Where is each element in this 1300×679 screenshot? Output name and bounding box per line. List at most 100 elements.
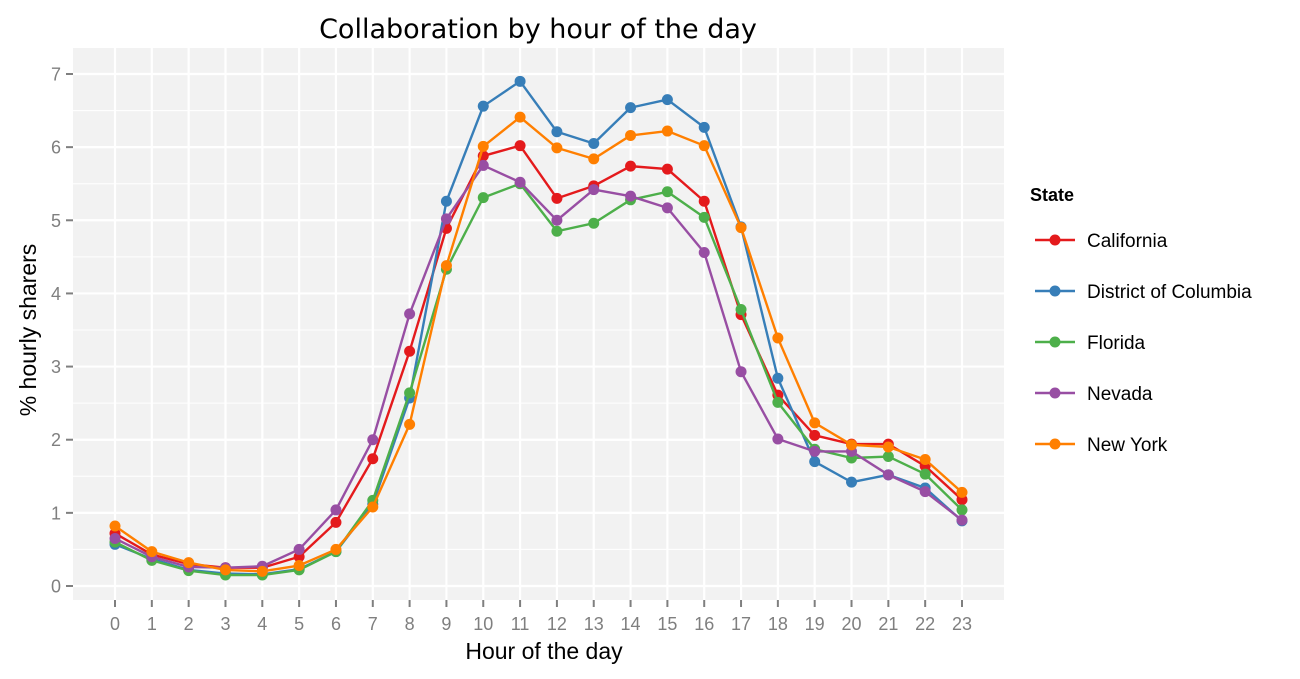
legend-key-point xyxy=(1049,234,1061,246)
x-tick-label: 15 xyxy=(657,614,677,634)
data-point-nevada xyxy=(882,469,894,481)
data-point-florida xyxy=(661,186,673,198)
x-tick-label: 5 xyxy=(294,614,304,634)
y-tick-label: 3 xyxy=(51,357,61,377)
data-point-nevada xyxy=(956,514,968,526)
legend-item-nevada: Nevada xyxy=(1035,384,1153,405)
data-point-nevada xyxy=(735,366,747,378)
data-point-california xyxy=(514,140,526,152)
x-tick-label: 23 xyxy=(952,614,972,634)
x-tick-label: 12 xyxy=(547,614,567,634)
x-tick-label: 2 xyxy=(184,614,194,634)
x-tick-label: 20 xyxy=(842,614,862,634)
x-tick-label: 13 xyxy=(584,614,604,634)
legend-item-california: California xyxy=(1035,231,1168,252)
x-tick-label: 18 xyxy=(768,614,788,634)
data-point-new-york xyxy=(477,140,489,152)
data-point-florida xyxy=(919,468,931,480)
legend-title: State xyxy=(1030,185,1074,205)
data-point-district-of-columbia xyxy=(440,195,452,207)
data-point-california xyxy=(809,429,821,441)
data-point-california xyxy=(330,516,342,528)
data-point-nevada xyxy=(919,486,931,498)
data-point-nevada xyxy=(772,433,784,445)
data-point-new-york xyxy=(661,125,673,137)
x-tick-label: 22 xyxy=(915,614,935,634)
legend-item-new-york: New York xyxy=(1035,435,1168,456)
data-point-florida xyxy=(698,211,710,223)
data-point-florida xyxy=(588,217,600,229)
legend-key-point xyxy=(1049,438,1061,450)
data-point-new-york xyxy=(698,140,710,152)
data-point-florida xyxy=(735,304,747,316)
x-tick-label: 11 xyxy=(511,614,530,634)
data-point-florida xyxy=(882,451,894,463)
x-tick-label: 14 xyxy=(621,614,641,634)
data-point-nevada xyxy=(551,214,563,226)
data-point-nevada xyxy=(330,504,342,516)
data-point-district-of-columbia xyxy=(698,121,710,133)
data-point-nevada xyxy=(367,434,379,446)
legend-key-point xyxy=(1049,285,1061,297)
data-point-new-york xyxy=(404,418,416,430)
data-point-district-of-columbia xyxy=(846,476,858,488)
data-point-nevada xyxy=(404,308,416,320)
data-point-district-of-columbia xyxy=(477,100,489,112)
data-point-new-york xyxy=(919,453,931,465)
legend-item-district-of-columbia: District of Columbia xyxy=(1035,282,1252,303)
y-tick-label: 4 xyxy=(51,284,61,304)
legend-label: Florida xyxy=(1087,333,1146,354)
data-point-nevada xyxy=(514,176,526,188)
x-tick-label: 1 xyxy=(147,614,157,634)
data-point-new-york xyxy=(735,222,747,234)
data-point-california xyxy=(625,160,637,172)
legend-key-point xyxy=(1049,387,1061,399)
x-tick-label: 9 xyxy=(441,614,451,634)
data-point-new-york xyxy=(183,557,195,569)
data-point-new-york xyxy=(882,441,894,453)
data-point-nevada xyxy=(661,202,673,214)
y-tick-label: 6 xyxy=(51,138,61,158)
data-point-district-of-columbia xyxy=(514,75,526,87)
plot-panel xyxy=(73,48,1004,600)
data-point-new-york xyxy=(514,111,526,123)
data-point-new-york xyxy=(772,332,784,344)
data-point-new-york xyxy=(956,486,968,498)
data-point-new-york xyxy=(440,260,452,272)
data-point-california xyxy=(404,345,416,357)
data-point-district-of-columbia xyxy=(588,137,600,149)
y-tick-label: 5 xyxy=(51,211,61,231)
x-axis-title: Hour of the day xyxy=(465,638,623,664)
x-tick-label: 0 xyxy=(110,614,120,634)
data-point-california xyxy=(661,163,673,175)
data-point-new-york xyxy=(367,501,379,513)
y-tick-label: 1 xyxy=(51,503,61,523)
data-point-new-york xyxy=(846,439,858,451)
legend-label: New York xyxy=(1087,435,1168,456)
y-axis: 0 1 2 3 4 5 6 7 xyxy=(51,65,73,597)
data-point-nevada xyxy=(698,246,710,258)
x-tick-label: 7 xyxy=(368,614,378,634)
data-point-florida xyxy=(404,387,416,399)
data-point-new-york xyxy=(551,142,563,154)
x-tick-label: 10 xyxy=(473,614,493,634)
data-point-new-york xyxy=(330,543,342,555)
legend-key-point xyxy=(1049,336,1061,348)
data-point-nevada xyxy=(293,543,305,555)
data-point-new-york xyxy=(625,129,637,141)
data-point-new-york xyxy=(146,546,158,558)
data-point-florida xyxy=(956,504,968,516)
data-point-nevada xyxy=(109,532,121,544)
data-point-california xyxy=(367,453,379,465)
data-point-district-of-columbia xyxy=(809,456,821,468)
x-tick-label: 8 xyxy=(405,614,415,634)
data-point-florida xyxy=(477,192,489,204)
data-point-nevada xyxy=(809,445,821,457)
data-point-nevada xyxy=(625,190,637,202)
legend-label: District of Columbia xyxy=(1087,282,1252,303)
chart-title: Collaboration by hour of the day xyxy=(319,14,757,45)
data-point-nevada xyxy=(440,213,452,225)
x-tick-label: 4 xyxy=(257,614,267,634)
x-tick-label: 3 xyxy=(220,614,230,634)
x-tick-label: 6 xyxy=(331,614,341,634)
